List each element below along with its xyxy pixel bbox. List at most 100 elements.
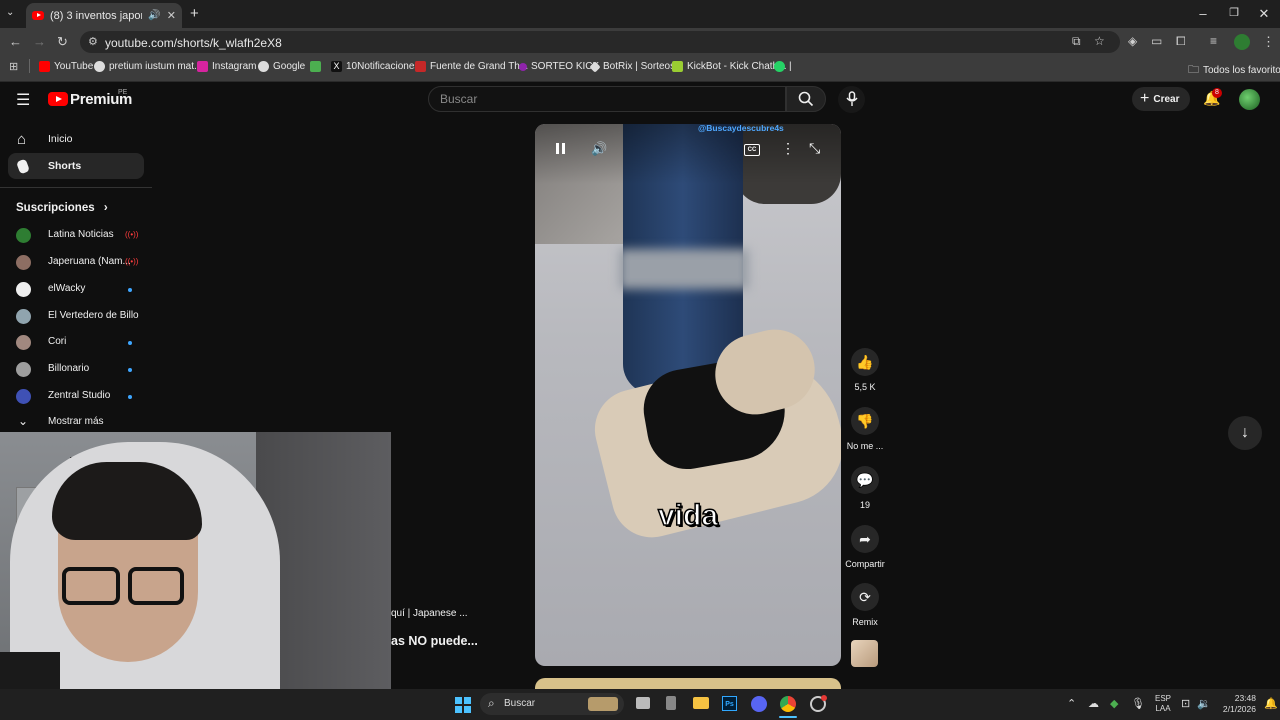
next-short-preview[interactable] [535,678,841,689]
subscription-item[interactable]: Japeruana (Nam... ((•)) [0,254,152,270]
search-button[interactable] [786,86,826,112]
site-info-icon[interactable]: ⚙ [88,35,98,48]
reload-icon[interactable]: ↻ [57,34,68,50]
profile-avatar[interactable] [1234,34,1250,50]
fullscreen-icon[interactable]: ⤡ [809,140,820,157]
new-tab-button[interactable]: + [190,5,199,22]
extension-icon[interactable]: ▭ [1151,34,1162,48]
account-avatar[interactable] [1239,89,1260,110]
minimize-button[interactable]: – [1193,6,1213,21]
comments-button[interactable]: 💬 [851,466,879,494]
bookmark-item[interactable]: X 10Notificaciones [331,61,419,72]
bookmark-star-icon[interactable]: ☆ [1094,34,1105,48]
extensions-puzzle-icon[interactable]: ⧠ [1176,34,1186,49]
bookmark-item[interactable]: Google [258,61,305,72]
bookmark-item[interactable]: BotRix | Sorteos [589,60,676,73]
back-icon[interactable]: ← [9,34,22,49]
hamburger-menu-icon[interactable]: ☰ [16,90,30,110]
show-more-button[interactable]: ⌄ Mostrar más [0,414,152,430]
bookmark-item[interactable]: Fuente de Grand Th... [415,61,528,72]
tab-close-icon[interactable]: ✕ [167,9,176,22]
discord-icon[interactable] [751,696,767,712]
file-explorer-icon[interactable] [693,697,709,709]
all-bookmarks-folder[interactable]: 🗀 Todos los favoritos [1188,61,1280,80]
short-video-player[interactable]: @Buscaydescubre4s 🔊 CC ⋮ ⤡ vida [535,124,841,666]
share-label: Compartir [845,559,885,569]
tray-app-icon[interactable]: ◆ [1110,697,1118,710]
photoshop-icon[interactable]: Ps [722,696,737,711]
bookmark-item[interactable]: SORTEO KICK [519,61,599,72]
bookmark-item[interactable]: Instagram [197,61,256,72]
dislike-button[interactable]: 👎 [851,407,879,435]
search-placeholder: Buscar [440,92,478,106]
next-short-button[interactable]: ↓ [1228,416,1262,450]
language-indicator[interactable]: ESP LAA [1155,694,1171,714]
windows-logo-icon [455,697,462,704]
audio-thumbnail[interactable] [851,640,878,667]
volume-icon[interactable]: 🔊 [591,141,607,157]
clock[interactable]: 23:48 2/1/2026 [1216,693,1256,715]
share-button[interactable]: ➦ [851,525,879,553]
subscription-item[interactable]: Cori [0,334,152,350]
youtube-logo-icon[interactable] [48,92,68,106]
pause-button[interactable] [555,142,567,156]
menu-icon[interactable]: ⋮ [1262,34,1275,50]
audio-playing-icon[interactable]: 🔊 [148,10,160,21]
more-options-icon[interactable]: ⋮ [781,140,795,157]
subscription-item[interactable]: elWacky [0,281,152,297]
start-button[interactable] [455,697,471,713]
voice-search-button[interactable] [838,86,865,113]
botrix-icon [589,60,601,73]
bookmark-label: BotRix | Sorteos [603,61,676,72]
speaker-icon[interactable]: 🔉 [1197,697,1211,710]
install-app-icon[interactable]: ⧉ [1072,34,1081,49]
search-input[interactable] [428,86,786,112]
taskbar-search[interactable]: ⌕ Buscar [480,693,624,715]
microphone-icon [845,91,858,106]
subscription-item[interactable]: El Vertedero de Billo [0,308,152,324]
new-content-dot [128,395,132,399]
remix-button[interactable]: ⟳ [851,583,879,611]
short-channel-line[interactable]: quí | Japanese ... [391,608,468,619]
subscription-item[interactable]: Billonario [0,361,152,377]
bookmark-item[interactable]: KickBot - Kick Chatb... [672,61,786,72]
microphone-tray-icon[interactable]: 🎙 [1131,697,1145,710]
subscription-item[interactable]: Zentral Studio [0,388,152,404]
bookmark-item[interactable]: | [774,61,792,72]
close-window-button[interactable]: ✕ [1254,6,1274,22]
pause-icon [562,143,565,154]
chrome-icon[interactable] [780,696,796,712]
short-title[interactable]: as NO puede... [391,634,478,648]
browser-tab[interactable]: (8) 3 inventos japoneses qu 🔊 ✕ [26,3,182,28]
bookmark-item[interactable]: pretium iustum mat... [94,61,202,72]
app-icon[interactable] [666,696,676,710]
extension-icon[interactable]: ◈ [1128,34,1137,48]
notification-center-icon[interactable]: 🔔 [1264,697,1278,710]
apps-grid-icon[interactable]: ⊞ [9,60,18,73]
create-label: Crear [1153,93,1180,105]
taskbar-search-label: Buscar [504,698,536,709]
reading-list-icon[interactable]: ≡ [1210,34,1217,48]
channel-name: Latina Noticias [48,229,114,240]
subscriptions-heading[interactable]: Suscripciones › [16,202,108,214]
task-view-icon[interactable] [636,697,650,709]
network-icon[interactable]: ⊡ [1181,697,1190,710]
forward-icon[interactable]: → [33,34,46,49]
tab-search-button[interactable]: ⌄ [6,7,14,18]
restore-button[interactable]: ❐ [1224,6,1244,19]
bookmark-item[interactable] [310,61,325,72]
whatsapp-icon [774,61,785,72]
create-button[interactable]: + Crear [1132,87,1190,111]
captions-icon[interactable]: CC [744,144,760,156]
subscription-item[interactable]: Latina Noticias ((•)) [0,227,152,243]
clock-date: 2/1/2026 [1222,704,1256,714]
cloud-icon[interactable]: ☁ [1088,697,1099,710]
notification-dot [821,695,827,701]
like-button[interactable]: 👍 [851,348,879,376]
chevron-up-icon[interactable]: ⌃ [1067,697,1076,710]
url-text[interactable]: youtube.com/shorts/k_wlafh2eX8 [105,36,282,50]
sidebar-item-shorts[interactable]: Shorts [8,153,144,179]
bookmark-item[interactable]: YouTube [39,61,93,72]
sidebar-item-label: Inicio [48,133,73,145]
sidebar-item-home[interactable]: ⌂ Inicio [8,126,144,152]
